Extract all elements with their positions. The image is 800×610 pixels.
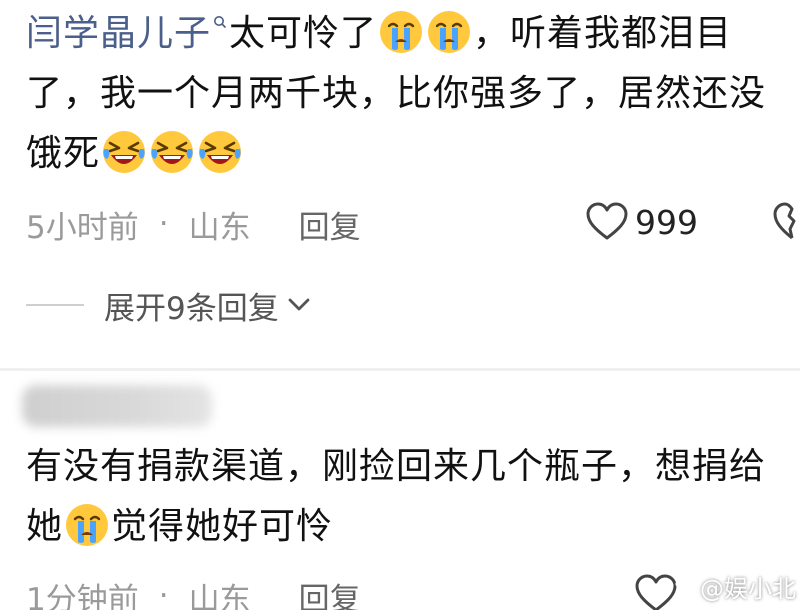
comment-1-body: 闫学晶儿子 太可怜了 ，听着我都泪目了，我一个月两千块，比你强多了，居然还没饿死 [26,4,796,184]
expand-replies-button[interactable]: 展开9条回复 [26,283,311,327]
comment-1-meta: 5小时前 · 山东 回复 [26,202,361,247]
laughing-crying-emoji-icon [151,131,194,173]
author-badge-icon [214,16,227,29]
comment-location: 山东 [188,209,251,246]
expand-replies-label: 展开9条回复 [104,290,279,327]
dislike-button[interactable] [772,202,800,242]
comment-thread: 闫学晶儿子 太可怜了 ，听着我都泪目了，我一个月两千块，比你强多了，居然还没饿死 5… [0,0,800,610]
comment-text-segment: 太可怜了 [229,13,378,54]
reply-button[interactable]: 回复 [299,202,361,247]
paw-icon [675,576,695,596]
comment-text-segment: 觉得她好可怜 [111,506,334,547]
crying-emoji-icon [428,11,471,53]
comment-timestamp: 1分钟前 [26,581,139,610]
like-count: 999 [635,202,698,242]
comment-timestamp: 5小时前 [26,209,139,246]
broken-heart-icon [773,202,796,240]
laughing-crying-emoji-icon [103,131,146,173]
expand-divider-line [26,304,84,306]
like-button[interactable]: 999 [585,202,698,242]
comment-author-name[interactable]: 闫学晶儿子 [26,13,211,54]
heart-icon [586,202,628,240]
comment-2-meta: 1分钟前 · 山东 回复 [26,576,361,610]
comment-divider [0,368,800,371]
comment-2-body: 有没有捐款渠道，刚捡回来几个瓶子，想捐给她 觉得她好可怜 [26,437,796,557]
watermark: @娱小北 [672,569,796,604]
blurred-username [22,385,212,427]
laughing-crying-emoji-icon [199,131,242,173]
crying-emoji-icon [380,11,423,53]
comment-2: 有没有捐款渠道，刚捡回来几个瓶子，想捐给她 觉得她好可怜 [26,437,796,557]
crying-emoji-icon [66,504,109,546]
meta-separator: · [158,578,169,610]
watermark-text: @娱小北 [700,575,796,603]
reply-button[interactable]: 回复 [299,574,361,610]
meta-separator: · [158,206,169,242]
comment-location: 山东 [188,581,251,610]
comment-1: 闫学晶儿子 太可怜了 ，听着我都泪目了，我一个月两千块，比你强多了，居然还没饿死 [26,4,796,184]
chevron-down-icon [288,298,310,311]
